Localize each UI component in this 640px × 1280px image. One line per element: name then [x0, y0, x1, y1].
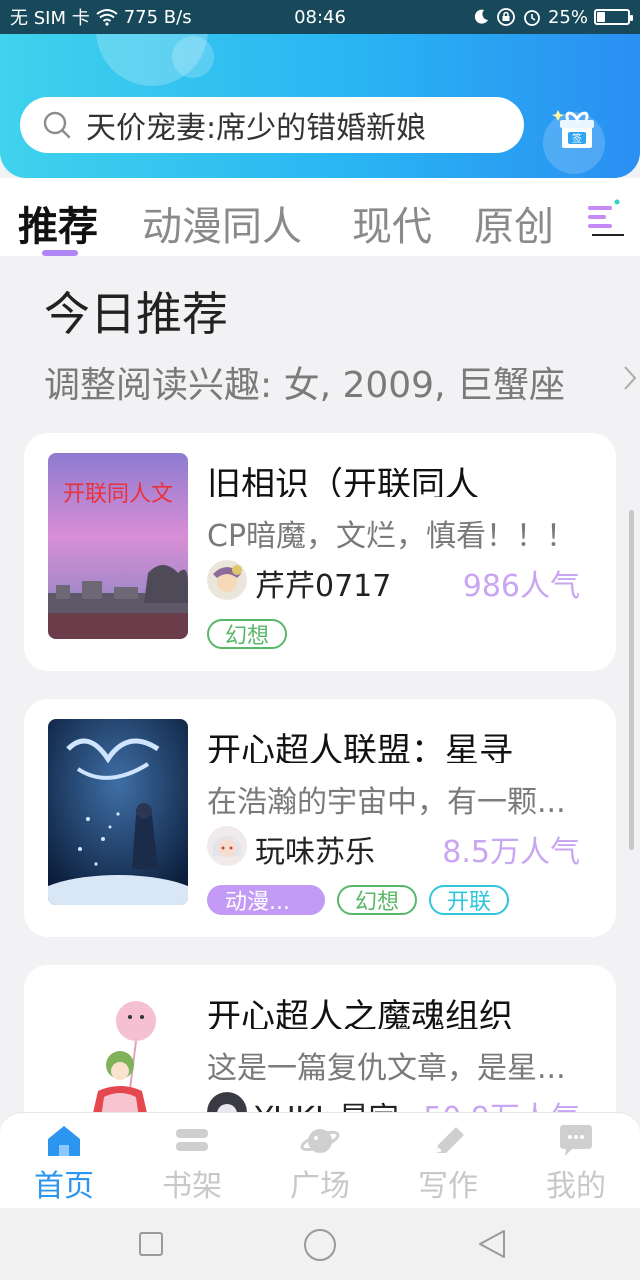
popularity-count: 50.9万人气: [423, 1093, 580, 1112]
home-circle-icon[interactable]: [303, 1228, 337, 1262]
cover-title: 开联同人文: [63, 482, 173, 507]
section-title: 今日推荐: [44, 287, 228, 341]
book-title: 开心超人之魔魂组织: [207, 997, 513, 1029]
book-description: 在浩瀚的宇宙中，有一颗...: [207, 785, 566, 820]
tag[interactable]: 动漫...: [207, 885, 325, 915]
nav-label: 我的: [546, 1169, 606, 1204]
book-card[interactable]: 开心超人之魔魂组织 这是一篇复仇文章，是星... YUKI_星宇 50.9万人气: [24, 965, 616, 1112]
decor-bubble: [172, 36, 214, 78]
book-card[interactable]: 开联同人文 旧相识（开联同人 CP暗魔，文烂，慎看！！！ 芹芹0717 986人…: [24, 433, 616, 671]
nav-bookshelf[interactable]: 书架: [142, 1123, 242, 1205]
tag-list: 动漫... 幻想 开联: [207, 885, 510, 915]
pen-icon: [436, 1127, 464, 1153]
nav-plaza[interactable]: 广场: [270, 1123, 370, 1205]
tab-anime-fanfic[interactable]: 动漫同人: [142, 194, 302, 252]
author-avatar: [207, 826, 247, 866]
author-name: YUKI_星宇: [255, 1093, 399, 1112]
bottom-nav: 首页 书架 广场 写作 我的: [0, 1112, 640, 1208]
lock-rotation-icon: [497, 8, 515, 26]
tab-modern[interactable]: 现代: [352, 194, 432, 252]
tab-recommend[interactable]: 推荐: [18, 194, 98, 252]
search-icon: [43, 111, 71, 139]
planet-icon: [300, 1129, 340, 1153]
scrollbar[interactable]: [629, 510, 634, 850]
search-bar[interactable]: 天价宠妻:席少的错婚新娘: [20, 97, 524, 153]
bookshelf-icon: [176, 1129, 208, 1151]
book-cover: 开联同人文: [48, 453, 188, 639]
nav-write[interactable]: 写作: [398, 1123, 498, 1205]
system-nav-bar: [0, 1208, 640, 1280]
network-speed: 775 B/s: [123, 6, 192, 28]
clock: 08:46: [294, 6, 346, 28]
author-avatar: [207, 1092, 247, 1112]
checkin-label: 签: [572, 132, 582, 145]
chevron-right-icon: [624, 366, 637, 390]
popularity-count: 986人气: [462, 569, 580, 604]
category-tabs: 推荐 动漫同人 现代 原创: [0, 178, 640, 256]
status-bar: 无 SIM 卡 775 B/s 08:46 25%: [0, 0, 640, 34]
back-icon[interactable]: [476, 1228, 508, 1260]
book-cover: [48, 719, 188, 905]
wifi-icon: [96, 9, 118, 26]
category-menu-icon[interactable]: [584, 196, 624, 240]
battery-icon: [594, 9, 633, 25]
checkin-gift-icon[interactable]: 签: [550, 104, 598, 152]
alarm-icon: [524, 10, 540, 26]
moon-icon: [474, 9, 488, 24]
recent-apps-icon[interactable]: [138, 1231, 164, 1257]
home-icon: [48, 1126, 80, 1156]
book-description: 这是一篇复仇文章，是星...: [207, 1051, 566, 1086]
tag[interactable]: 幻想: [207, 619, 288, 649]
battery-percent: 25%: [547, 6, 588, 28]
tag-list: 幻想: [207, 619, 288, 649]
tag[interactable]: 幻想: [337, 885, 418, 915]
nav-label: 写作: [418, 1169, 478, 1204]
popularity-count: 8.5万人气: [442, 835, 580, 870]
chat-bubble-icon: [560, 1125, 592, 1156]
adjust-interest-link[interactable]: 调整阅读兴趣: 女, 2009, 巨蟹座: [44, 356, 565, 408]
author-name: 芹芹0717: [255, 569, 392, 604]
book-title: 旧相识（开联同人: [207, 465, 479, 497]
nav-label: 书架: [162, 1169, 222, 1204]
author-name: 玩味苏乐: [255, 835, 375, 870]
tag[interactable]: 开联: [429, 885, 510, 915]
nav-home[interactable]: 首页: [14, 1123, 114, 1205]
author-avatar: [207, 560, 247, 600]
carrier-text: 无 SIM 卡: [10, 8, 90, 29]
book-card[interactable]: 开心超人联盟：星寻 在浩瀚的宇宙中，有一颗... 玩味苏乐 8.5万人气 动漫.…: [24, 699, 616, 937]
nav-me[interactable]: 我的: [526, 1123, 626, 1205]
book-title: 开心超人联盟：星寻: [207, 731, 513, 763]
nav-label: 首页: [34, 1169, 94, 1204]
nav-label: 广场: [290, 1169, 350, 1204]
feed[interactable]: 今日推荐 调整阅读兴趣: 女, 2009, 巨蟹座 开联同人文 旧相识（开联同人…: [0, 256, 640, 1112]
search-hint: 天价宠妻:席少的错婚新娘: [86, 111, 427, 146]
tab-original[interactable]: 原创: [474, 194, 554, 252]
book-description: CP暗魔，文烂，慎看！！！: [207, 519, 577, 554]
book-cover: [48, 985, 188, 1112]
